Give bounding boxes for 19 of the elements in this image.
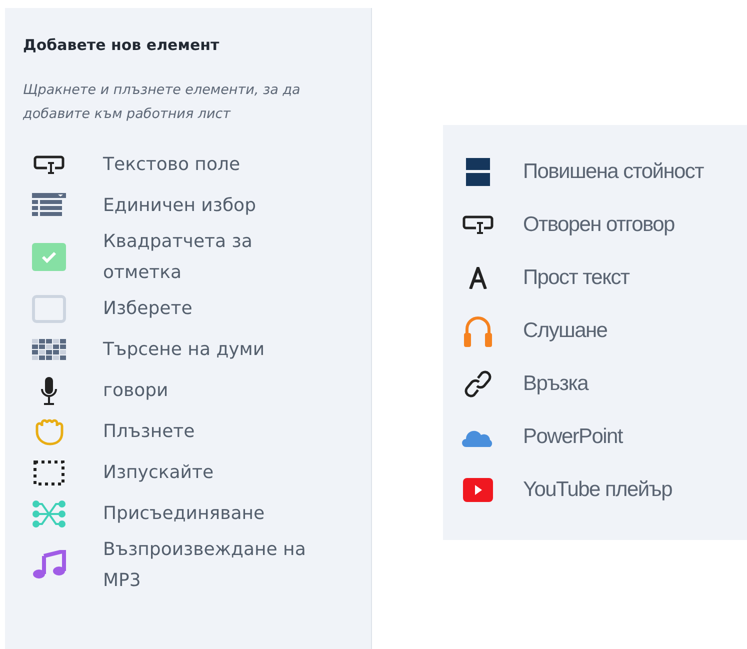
element-label[interactable]: Плъзнете bbox=[103, 416, 323, 447]
element-label[interactable]: говори bbox=[103, 375, 323, 406]
element-label[interactable]: YouTube плейър bbox=[523, 478, 672, 502]
element-label[interactable]: Текстово поле bbox=[103, 149, 323, 180]
element-label[interactable]: Изпускайте bbox=[103, 457, 323, 488]
element-label[interactable]: Прост текст bbox=[523, 266, 630, 290]
element-label[interactable]: Изберете bbox=[103, 293, 323, 324]
element-label[interactable]: Слушане bbox=[523, 318, 608, 342]
element-label[interactable]: PowerPoint bbox=[523, 424, 622, 448]
element-label[interactable]: Отворен отговор bbox=[523, 212, 674, 236]
element-label[interactable]: Единичен избор bbox=[103, 190, 323, 221]
panel-hint: Щракнете и плъзнете елементи, за да добавите към работния лист bbox=[23, 81, 302, 124]
element-label[interactable]: Повишена стойност bbox=[523, 160, 704, 184]
element-label[interactable]: Възпроизвеждане на MP3 bbox=[103, 534, 323, 596]
element-label[interactable]: Присъединяване bbox=[103, 498, 323, 529]
element-label[interactable]: Връзка bbox=[523, 372, 588, 396]
panel-title: Добавете нов елемент bbox=[23, 36, 220, 54]
element-label[interactable]: Квадратчета за отметка bbox=[103, 226, 323, 288]
element-label[interactable]: Търсене на думи bbox=[103, 334, 323, 365]
